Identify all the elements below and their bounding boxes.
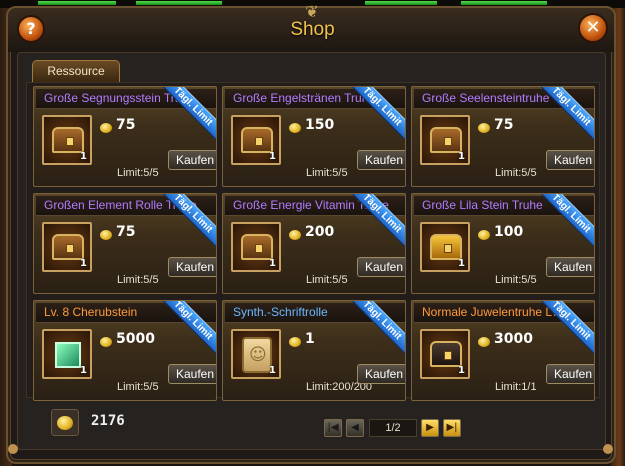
coin-icon [289,123,301,133]
buy-button[interactable]: Kaufen [546,150,594,170]
coin-icon [100,337,112,347]
chest-icon [52,234,84,260]
item-quantity: 1 [80,258,87,269]
chest-icon [241,234,273,260]
shop-item-card: Große Seelensteintruhe Tägl. Limit 1 75 Limi… [411,86,595,187]
gold-chest-icon [430,234,462,260]
item-slot[interactable]: 1 [42,115,92,165]
coin-icon [478,123,490,133]
shop-item-card: Große Lila Stein Truhe Tägl. Limit 1 100 Lim… [411,193,595,294]
item-quantity: 1 [80,151,87,162]
item-price: 150 [305,117,335,133]
window-title: Shop [290,19,335,40]
corner-ornament [8,444,18,454]
item-slot[interactable]: 1 [420,222,470,272]
item-price: 75 [494,117,514,133]
item-slot[interactable]: 1 [420,115,470,165]
buy-button[interactable]: Kaufen [357,364,405,384]
item-slot[interactable]: 1 [420,329,470,379]
prev-page-icon[interactable]: ◀ [346,419,364,437]
coin-icon [478,337,490,347]
coin-icon [478,230,490,240]
item-slot[interactable]: 1 [231,222,281,272]
item-quantity: 1 [269,258,276,269]
item-slot[interactable]: 1 [231,115,281,165]
item-price: 3000 [494,331,533,347]
currency-balance: 2176 [91,413,125,429]
item-slot[interactable]: 1 [231,329,281,379]
item-quantity: 1 [458,258,465,269]
chest-icon [52,127,84,153]
item-limit: Limit:5/5 [117,381,159,393]
item-quantity: 1 [458,365,465,376]
tab-ressource[interactable]: Ressource [32,60,120,82]
last-page-icon[interactable]: ▶| [443,419,461,437]
close-button[interactable]: ✕ [578,13,608,43]
item-limit: Limit:1/1 [495,381,537,393]
item-quantity: 1 [269,365,276,376]
buy-button[interactable]: Kaufen [546,257,594,277]
item-price: 200 [305,224,335,240]
shop-item-card: Normale Juwelentruhe Lv. Tägl. Limit 1 3000… [411,300,595,401]
help-button[interactable]: ? [17,15,45,43]
page-indicator: 1/2 [369,419,417,437]
chest-icon [430,127,462,153]
buy-button[interactable]: Kaufen [168,257,216,277]
item-slot[interactable]: 1 [42,329,92,379]
coin-icon [100,123,112,133]
coin-icon [57,416,73,430]
corner-ornament [603,444,613,454]
item-limit: Limit:5/5 [306,274,348,286]
item-price: 5000 [116,331,155,347]
buy-button[interactable]: Kaufen [357,150,405,170]
item-quantity: 1 [80,365,87,376]
item-price: 75 [116,117,136,133]
item-price: 1 [305,331,315,347]
item-slot[interactable]: 1 [42,222,92,272]
item-quantity: 1 [458,151,465,162]
item-quantity: 1 [269,151,276,162]
item-limit: Limit:5/5 [495,274,537,286]
coin-icon [289,230,301,240]
buy-button[interactable]: Kaufen [546,364,594,384]
shop-item-card: Großen Element Rolle Truhe Tägl. Limit 1 75… [33,193,217,294]
coin-icon [289,337,301,347]
balance-coin-slot [51,409,79,436]
shop-item-card: Große Segnungsstein Truhe Tägl. Limit 1 75 L… [33,86,217,187]
item-limit: Limit:5/5 [306,167,348,179]
item-limit: Limit:5/5 [117,274,159,286]
buy-button[interactable]: Kaufen [357,257,405,277]
ornament-icon: ❦ [305,2,319,21]
coin-icon [100,230,112,240]
shop-item-card: Große Engelstränen Truhe Tägl. Limit 1 150 L… [222,86,406,187]
gem-icon [55,342,81,368]
item-price: 100 [494,224,524,240]
scroll-icon [242,337,272,373]
item-limit: Limit:5/5 [117,167,159,179]
dark-chest-icon [430,341,462,367]
first-page-icon[interactable]: |◀ [324,419,342,437]
shop-item-card: Synth.-SchriftrolleTägl. Limit11Limit:20… [222,300,406,401]
item-limit: Limit:5/5 [495,167,537,179]
chest-icon [241,127,273,153]
shop-item-card: Große Energie Vitamin Truhe Tägl. Limit 1 2… [222,193,406,294]
item-price: 75 [116,224,136,240]
buy-button[interactable]: Kaufen [168,150,216,170]
next-page-icon[interactable]: ▶ [421,419,439,437]
shop-item-card: Lv. 8 Cherubstein Tägl. Limit 1 5000 Limit:5… [33,300,217,401]
buy-button[interactable]: Kaufen [168,364,216,384]
